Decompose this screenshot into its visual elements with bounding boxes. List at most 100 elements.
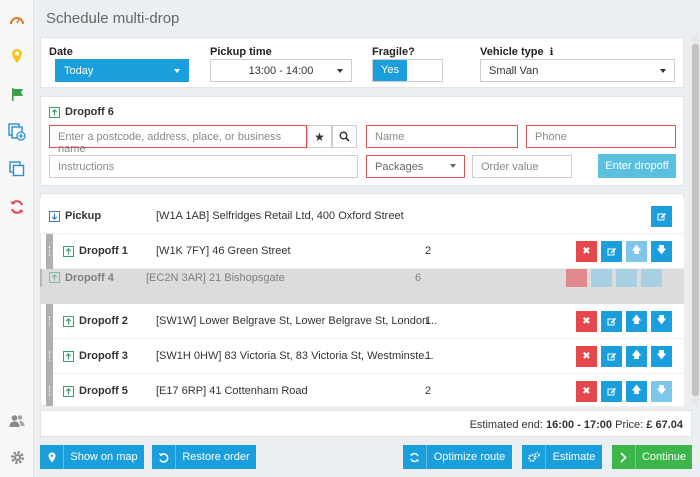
favorite-button[interactable]: ★ (307, 125, 332, 148)
close-icon: ✖ (582, 351, 591, 362)
dropoff-label: Dropoff 4 (65, 272, 114, 284)
vehicle-type-label: Vehicle type ℹ (480, 46, 554, 58)
arrow-up-icon: 🡅 (631, 245, 642, 256)
show-on-map-button[interactable]: Show on map (40, 445, 144, 469)
continue-label: Continue (641, 451, 687, 463)
dropoff-address: [SW1H 0HW] 83 Victoria St, 83 Victoria S… (156, 350, 434, 362)
delete-button[interactable]: ✖ (576, 381, 597, 402)
package-count: 1 (425, 315, 432, 327)
drag-handle[interactable] (46, 339, 53, 374)
scrollbar-thumb[interactable] (692, 44, 699, 396)
fragile-label: Fragile? (372, 46, 415, 58)
drag-handle[interactable] (46, 234, 53, 269)
speedometer-icon[interactable] (8, 10, 26, 28)
packages-placeholder: Packages (375, 161, 424, 173)
optimize-route-button[interactable]: Optimize route (403, 445, 512, 469)
edit-button[interactable] (591, 269, 612, 287)
pickup-time-select[interactable]: 13:00 - 14:00 (210, 59, 352, 82)
fragile-toggle[interactable]: Yes (372, 59, 443, 82)
edit-button[interactable] (601, 241, 622, 262)
delete-button[interactable]: ✖ (576, 241, 597, 262)
pickup-time-label: Pickup time (210, 46, 272, 58)
edit-icon (607, 247, 616, 255)
delete-button[interactable] (566, 269, 587, 287)
search-button[interactable] (332, 125, 357, 148)
move-up-button[interactable]: 🡅 (626, 381, 647, 402)
move-up-button[interactable] (616, 269, 637, 287)
drag-handle[interactable] (40, 269, 42, 287)
dropoff-label: Dropoff 1 (79, 245, 128, 257)
estimate-summary: Estimated end: 16:00 - 17:00 Price: £ 67… (470, 419, 683, 431)
delete-button[interactable]: ✖ (576, 311, 597, 332)
info-icon[interactable]: ℹ (550, 47, 554, 58)
dropoff-form-header: Dropoff 6 (49, 106, 114, 118)
dropoff-row[interactable]: Dropoff 1 [W1K 7FY] 46 Green Street 2 ✖ … (46, 234, 684, 269)
upload-icon (49, 272, 60, 283)
enter-dropoff-button[interactable]: Enter dropoff (598, 154, 676, 178)
users-icon[interactable] (8, 412, 26, 430)
pickup-address: [W1A 1AB] Selfridges Retail Ltd, 400 Oxf… (156, 210, 404, 222)
upload-icon (49, 106, 60, 118)
edit-button[interactable] (601, 381, 622, 402)
dropoff-row[interactable]: Dropoff 5 [E17 6RP] 41 Cottenham Road 2 … (46, 374, 684, 406)
continue-button[interactable]: Continue (612, 445, 692, 469)
dropoff-form-card: Dropoff 6 Enter a postcode, address, pla… (40, 96, 684, 186)
upload-icon (63, 386, 74, 397)
move-up-button[interactable]: 🡅 (626, 241, 647, 262)
move-up-button[interactable]: 🡅 (626, 311, 647, 332)
delete-button[interactable]: ✖ (576, 346, 597, 367)
dropoff-row[interactable]: Dropoff 3 [SW1H 0HW] 83 Victoria St, 83 … (46, 339, 684, 374)
vehicle-type-value: Small Van (489, 65, 539, 77)
location-pin-icon[interactable] (8, 47, 26, 65)
copy-icon[interactable] (8, 160, 26, 178)
arrow-up-icon: 🡅 (631, 385, 642, 396)
sidebar (0, 0, 34, 477)
dropoff-row[interactable]: Dropoff 2 [SW1W] Lower Belgrave St, Lowe… (46, 304, 684, 339)
instructions-input[interactable]: Instructions (49, 155, 358, 178)
arrow-up-icon: 🡅 (631, 315, 642, 326)
move-down-button[interactable]: 🡇 (651, 311, 672, 332)
vehicle-type-select[interactable]: Small Van (480, 59, 675, 82)
search-icon (339, 131, 350, 142)
move-up-button[interactable]: 🡅 (626, 346, 647, 367)
upload-icon (63, 316, 74, 327)
optimize-route-label: Optimize route (433, 451, 506, 463)
dropoff-label: Dropoff 2 (79, 315, 128, 327)
upload-icon (63, 246, 74, 257)
summary-bar: Estimated end: 16:00 - 17:00 Price: £ 67… (40, 410, 692, 437)
estimate-button[interactable]: Estimate (522, 445, 602, 469)
main-area: Schedule multi-drop Date Today Pickup ti… (34, 0, 700, 477)
phone-input[interactable]: Phone (526, 125, 676, 148)
move-down-button[interactable]: 🡇 (651, 346, 672, 367)
move-down-button[interactable]: 🡇 (651, 241, 672, 262)
date-select[interactable]: Today (55, 59, 189, 82)
edit-button[interactable] (651, 206, 672, 227)
drag-handle[interactable] (46, 374, 53, 406)
copy-add-icon[interactable] (8, 123, 26, 141)
address-input[interactable]: Enter a postcode, address, place, or bus… (49, 125, 307, 155)
name-input[interactable]: Name (366, 125, 518, 148)
package-count: 2 (425, 385, 432, 397)
packages-select[interactable]: Packages (366, 155, 465, 178)
gears-icon (522, 445, 546, 469)
package-count: 1 (425, 350, 432, 362)
star-icon: ★ (314, 129, 325, 144)
upload-icon (63, 351, 74, 362)
price-value: £ 67.04 (646, 419, 683, 431)
gear-icon[interactable] (8, 448, 26, 466)
download-icon (49, 211, 60, 222)
sync-icon[interactable] (8, 198, 26, 216)
dragging-row[interactable]: Dropoff 4 [EC2N 3AR] 21 Bishopsgate 6 (40, 269, 684, 287)
arrow-down-icon: 🡇 (656, 350, 667, 361)
date-label: Date (49, 46, 73, 58)
restore-order-button[interactable]: Restore order (152, 445, 256, 469)
route-list-card: Pickup [W1A 1AB] Selfridges Retail Ltd, … (40, 193, 684, 406)
flag-icon[interactable] (8, 85, 26, 103)
edit-button[interactable] (601, 346, 622, 367)
drag-handle[interactable] (46, 304, 53, 339)
move-down-button[interactable]: 🡇 (651, 381, 672, 402)
edit-button[interactable] (601, 311, 622, 332)
order-value-input[interactable]: Order value (472, 155, 572, 178)
dropoff-form-title: Dropoff 6 (65, 106, 114, 118)
move-down-button[interactable] (641, 269, 662, 287)
